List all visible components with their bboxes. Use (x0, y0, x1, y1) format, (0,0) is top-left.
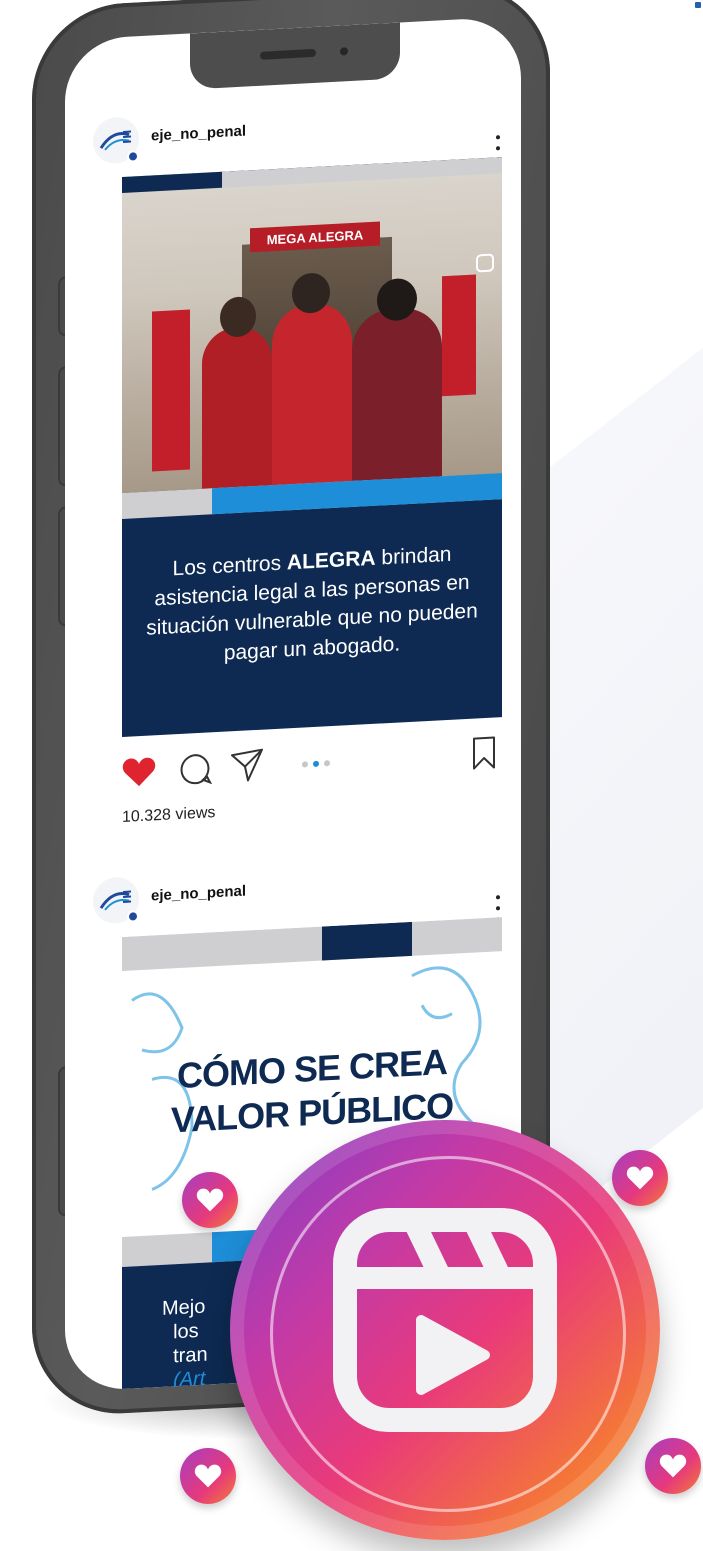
heart-icon (659, 1454, 687, 1478)
logo-icon (99, 890, 131, 911)
bookmark-icon[interactable] (472, 735, 496, 770)
reels-icon (333, 1208, 557, 1432)
person (202, 325, 272, 494)
caption-highlight: ALEGRA (286, 546, 376, 575)
heart-icon (194, 1464, 222, 1488)
carousel-dot-active (313, 760, 319, 768)
story-add-badge (127, 150, 139, 163)
username[interactable]: eje_no_penal (151, 883, 246, 905)
post-photo: MEGA ALEGRA (122, 173, 502, 494)
corner-mark (695, 2, 701, 8)
caption-line: tran (162, 1343, 208, 1368)
person (272, 300, 352, 494)
front-camera (340, 47, 348, 56)
heart-icon[interactable] (122, 755, 156, 789)
post-caption: Mejo los tran (Art (162, 1295, 208, 1392)
comment-icon[interactable] (180, 752, 212, 786)
reels-badge (230, 1120, 660, 1540)
post-caption: Los centros ALEGRA brindan asistencia le… (142, 538, 482, 672)
red-cabinet (152, 309, 190, 472)
share-icon[interactable] (230, 748, 264, 784)
caption-line: Mejo (162, 1295, 206, 1320)
caption-line: los (162, 1319, 199, 1344)
heart-icon (626, 1166, 654, 1190)
notch (190, 22, 400, 90)
carousel-dot (324, 760, 330, 767)
heart-bubble (180, 1448, 236, 1504)
carousel-dots (302, 760, 330, 768)
post-image[interactable]: MEGA ALEGRA Los centros ALEGRA brindan a… (122, 157, 502, 738)
username[interactable]: eje_no_penal (151, 123, 246, 145)
heart-bubble (612, 1150, 668, 1206)
logo-icon (99, 130, 131, 151)
speaker-grille (260, 48, 316, 60)
reel-indicator-icon (476, 253, 494, 273)
red-cabinet (442, 274, 476, 397)
person (352, 306, 442, 491)
heart-bubble (645, 1438, 701, 1494)
carousel-dot (302, 761, 308, 768)
views-count: 10.328 views (122, 804, 216, 827)
story-add-badge (127, 910, 139, 923)
caption-text: Los centros (172, 551, 287, 581)
action-bar (122, 733, 502, 793)
heart-icon (196, 1188, 224, 1212)
heart-bubble (182, 1172, 238, 1228)
